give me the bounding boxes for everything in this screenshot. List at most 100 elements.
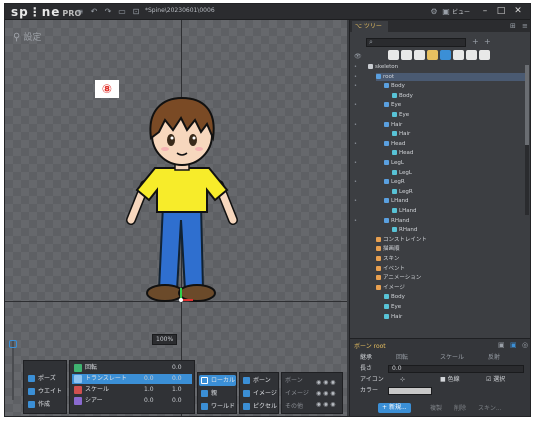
filter-images-button[interactable] xyxy=(479,50,490,60)
inherit-rotation-checkbox[interactable]: 回転 xyxy=(396,353,408,363)
shear-tool-row[interactable]: シアー 0.0 0.0 xyxy=(72,396,192,406)
tree-node[interactable]: 描画順 xyxy=(376,245,526,253)
filter-events-button[interactable] xyxy=(453,50,464,60)
tab-tree[interactable]: ⌥ ツリー xyxy=(352,21,388,32)
tree-node[interactable]: RHand xyxy=(392,226,526,234)
tree-node[interactable]: skeleton xyxy=(368,63,526,71)
visibility-toggle[interactable]: • xyxy=(354,141,358,147)
settings-icon[interactable]: ⚙ xyxy=(429,7,439,17)
filter-slots-button[interactable] xyxy=(401,50,412,60)
tree-node[interactable]: Eye xyxy=(392,111,526,119)
tree-node[interactable]: Eye xyxy=(384,101,526,109)
tree-search-input[interactable]: ⌕ xyxy=(366,38,466,47)
visibility-toggle[interactable]: • xyxy=(354,198,358,204)
maximize-icon[interactable]: □ xyxy=(495,5,507,18)
vertical-scroll-indicator[interactable] xyxy=(8,340,18,400)
close-icon[interactable]: ✕ xyxy=(512,5,524,18)
scale-tool-row[interactable]: スケール 1.0 1.0 xyxy=(72,385,192,395)
tree-node[interactable]: Head xyxy=(392,149,526,157)
world-axis-button[interactable]: ワールド xyxy=(199,401,236,412)
tree-node[interactable]: コンストレイント xyxy=(376,236,526,244)
visibility-toggle[interactable]: • xyxy=(354,122,358,128)
lock-icon[interactable]: ⊡ xyxy=(131,7,141,17)
undo-icon[interactable]: ↶ xyxy=(89,7,99,17)
tree-node[interactable]: Hair xyxy=(384,121,526,129)
filter-constraints-button[interactable] xyxy=(427,50,438,60)
skin-button[interactable]: スキン... xyxy=(478,403,502,412)
zoom-level[interactable]: 100% xyxy=(152,334,178,345)
tree-node[interactable]: Head xyxy=(384,140,526,148)
tree-scrollbar[interactable] xyxy=(525,65,529,215)
pixel-button[interactable]: ピクセル xyxy=(241,401,278,412)
tree-node[interactable]: LHand xyxy=(384,197,526,205)
filter-bones-button[interactable] xyxy=(388,50,399,60)
option-image[interactable]: イメージ xyxy=(282,388,312,399)
redo-icon[interactable]: ↷ xyxy=(103,7,113,17)
tree-node[interactable]: アニメーション xyxy=(376,274,526,282)
pose-mode-button[interactable]: ポーズ xyxy=(26,373,66,384)
option-other[interactable]: その他 xyxy=(282,401,312,412)
color-line-checkbox[interactable]: ■ 色線 xyxy=(440,375,460,385)
dock-icon[interactable]: ⊞ xyxy=(510,22,516,30)
visibility-toggle[interactable]: • xyxy=(354,64,358,70)
tree-node[interactable]: Eye xyxy=(384,303,526,311)
select-checkbox[interactable]: ☑ 選択 xyxy=(486,375,505,385)
filter-paths-button[interactable] xyxy=(440,50,451,60)
tree-node[interactable]: イベント xyxy=(376,265,526,273)
visibility-toggle[interactable]: • xyxy=(354,83,358,89)
minimize-icon[interactable]: – xyxy=(479,5,491,18)
delete-button[interactable]: 削除 xyxy=(454,403,466,412)
tree-node[interactable]: root xyxy=(376,72,526,81)
tree-node[interactable]: Body xyxy=(384,293,526,301)
tree-node[interactable]: LegR xyxy=(392,188,526,196)
tree-node[interactable]: Body xyxy=(384,82,526,90)
visibility-toggle[interactable]: • xyxy=(354,160,358,166)
parent-axis-button[interactable]: 親 xyxy=(199,388,236,399)
tree-node[interactable]: イメージ xyxy=(376,284,526,292)
tree-node[interactable]: LegL xyxy=(384,159,526,167)
monitor-icon[interactable]: ▣ xyxy=(441,7,451,17)
visibility-toggle[interactable]: • xyxy=(354,74,358,80)
tree-node[interactable]: Hair xyxy=(392,130,526,138)
option-bone[interactable]: ボーン xyxy=(282,375,312,386)
tree-node[interactable]: スキン xyxy=(376,255,526,263)
tree-node[interactable]: Body xyxy=(392,92,526,100)
inherit-reflection-checkbox[interactable]: 反射 xyxy=(488,353,500,363)
tree-scroll-thumb[interactable] xyxy=(525,65,529,145)
view-button[interactable]: ビュー xyxy=(452,7,470,16)
duplicate-button[interactable]: 複製 xyxy=(430,403,442,412)
character-sprite[interactable] xyxy=(115,90,245,315)
bone-color-swatch[interactable] xyxy=(388,387,432,395)
inherit-scale-checkbox[interactable]: スケール xyxy=(440,353,464,363)
create-mode-button[interactable]: 作成 xyxy=(26,399,66,410)
filter-skins-button[interactable] xyxy=(466,50,477,60)
tree-node[interactable]: RHand xyxy=(384,217,526,225)
translate-tool-row[interactable]: トランスレート 0.0 0.0 xyxy=(72,374,192,384)
bone-icon-selector[interactable]: ⊹ xyxy=(400,375,405,385)
properties-pin-icon[interactable]: ▣ xyxy=(498,341,505,349)
menu-icon[interactable]: ≡ xyxy=(75,7,85,17)
save-icon[interactable]: ▭ xyxy=(117,7,127,17)
weights-mode-button[interactable]: ウエイト xyxy=(26,386,66,397)
tree-node[interactable]: Hair xyxy=(384,313,526,321)
filter-attachments-button[interactable] xyxy=(414,50,425,60)
editor-viewport[interactable]: ⚲ 設定 ⑧ xyxy=(5,20,347,416)
local-axis-button[interactable]: ローカル xyxy=(199,375,236,386)
tree-node[interactable]: LegR xyxy=(384,178,526,186)
new-button[interactable]: + 新規... xyxy=(378,403,411,413)
visibility-toggle[interactable]: • xyxy=(354,218,358,224)
image-compensate-button[interactable]: イメージ xyxy=(241,388,278,399)
bone-compensate-button[interactable]: ボーン xyxy=(241,375,278,386)
tree-node[interactable]: LHand xyxy=(392,207,526,215)
length-input[interactable] xyxy=(388,365,524,373)
visibility-toggle[interactable]: • xyxy=(354,179,358,185)
properties-lock-icon[interactable]: ▣ xyxy=(510,341,517,349)
close-panel-icon[interactable]: ≡ xyxy=(522,22,528,30)
rotate-tool-row[interactable]: 回転 0.0 xyxy=(72,363,192,373)
visibility-toggle[interactable]: • xyxy=(354,102,358,108)
visibility-toggles[interactable]: ◉ ◉ ◉ ◉ ◉ ◉ ◉ ◉ ◉ xyxy=(316,377,336,410)
properties-menu-icon[interactable]: ◎ xyxy=(522,341,528,349)
tree-node[interactable]: LegL xyxy=(392,169,526,177)
add-filter-icon[interactable]: + xyxy=(472,37,479,46)
remove-filter-icon[interactable]: + xyxy=(484,37,491,46)
